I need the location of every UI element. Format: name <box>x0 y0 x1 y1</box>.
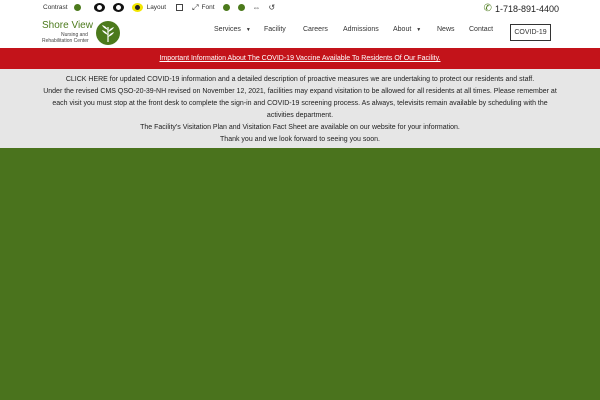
notice-line-plan: The Facility's Visitation Plan and Visit… <box>140 124 460 131</box>
font-increase-icon[interactable] <box>237 4 245 11</box>
vaccine-info-link[interactable]: Important Information About The COVID-19… <box>159 55 440 62</box>
accessibility-toolbar: Contrast Layout ⤢ Font ⇔ ↺ ✆ 1-718-891-4… <box>0 0 600 17</box>
contrast-reset-icon[interactable] <box>73 4 81 11</box>
nav-item-label: Services <box>214 26 241 33</box>
phone-text: 1-718-891-4400 <box>494 3 559 14</box>
nav-item-label: Admissions <box>343 26 379 33</box>
covid-19-button[interactable]: COVID-19 <box>510 24 551 41</box>
reset-icon[interactable]: ↺ <box>269 3 276 12</box>
contrast-yellow-icon[interactable] <box>131 3 143 12</box>
nav-item-news[interactable]: News <box>437 26 455 33</box>
nav-item-services[interactable]: Services ▼ <box>214 26 251 33</box>
text-spacing-icon[interactable]: ⇔ <box>253 3 261 12</box>
contrast-dark-icon[interactable] <box>93 3 105 12</box>
nav-item-label: About <box>393 26 412 33</box>
notice-line-click-here[interactable]: CLICK HERE for updated COVID-19 informat… <box>0 74 600 86</box>
nav-item-label: Facility <box>264 26 286 33</box>
main-nav: Services ▼ Facility Careers Admissions A… <box>0 24 600 42</box>
font-decrease-icon[interactable] <box>222 4 230 11</box>
expand-icon[interactable]: ⤢ <box>192 3 198 12</box>
phone-number[interactable]: ✆ 1-718-891-4400 <box>484 3 559 14</box>
site-header: Shore View Nursing and Rehabilitation Ce… <box>0 17 600 49</box>
notice-line-thanks: Thank you and we look forward to seeing … <box>220 136 380 143</box>
nav-item-contact[interactable]: Contact <box>469 26 493 33</box>
nav-item-facility[interactable]: Facility <box>264 26 286 33</box>
notice-line-visitation: Under the revised CMS QSO-20-39-NH revis… <box>43 88 557 119</box>
covid-notice: CLICK HERE for updated COVID-19 informat… <box>0 69 600 148</box>
contrast-controls: Contrast Layout ⤢ Font ⇔ ↺ <box>43 3 283 12</box>
nav-item-careers[interactable]: Careers <box>303 26 328 33</box>
nav-item-admissions[interactable]: Admissions <box>343 26 379 33</box>
caret-down-icon: ▼ <box>416 26 422 33</box>
caret-down-icon: ▼ <box>245 26 251 33</box>
layout-label: Layout <box>146 4 167 11</box>
hero-section <box>0 148 600 400</box>
nav-item-label: Contact <box>469 26 494 33</box>
covid-vaccine-banner: Important Information About The COVID-19… <box>0 48 600 69</box>
nav-item-label: Careers <box>303 26 328 33</box>
contrast-inverted-icon[interactable] <box>112 3 124 12</box>
contrast-label: Contrast <box>43 4 68 11</box>
phone-icon: ✆ <box>483 3 492 14</box>
font-label: Font <box>201 4 215 11</box>
nav-item-label: News <box>437 26 455 33</box>
nav-item-about[interactable]: About ▼ <box>393 26 421 33</box>
layout-toggle-icon[interactable] <box>176 4 184 11</box>
